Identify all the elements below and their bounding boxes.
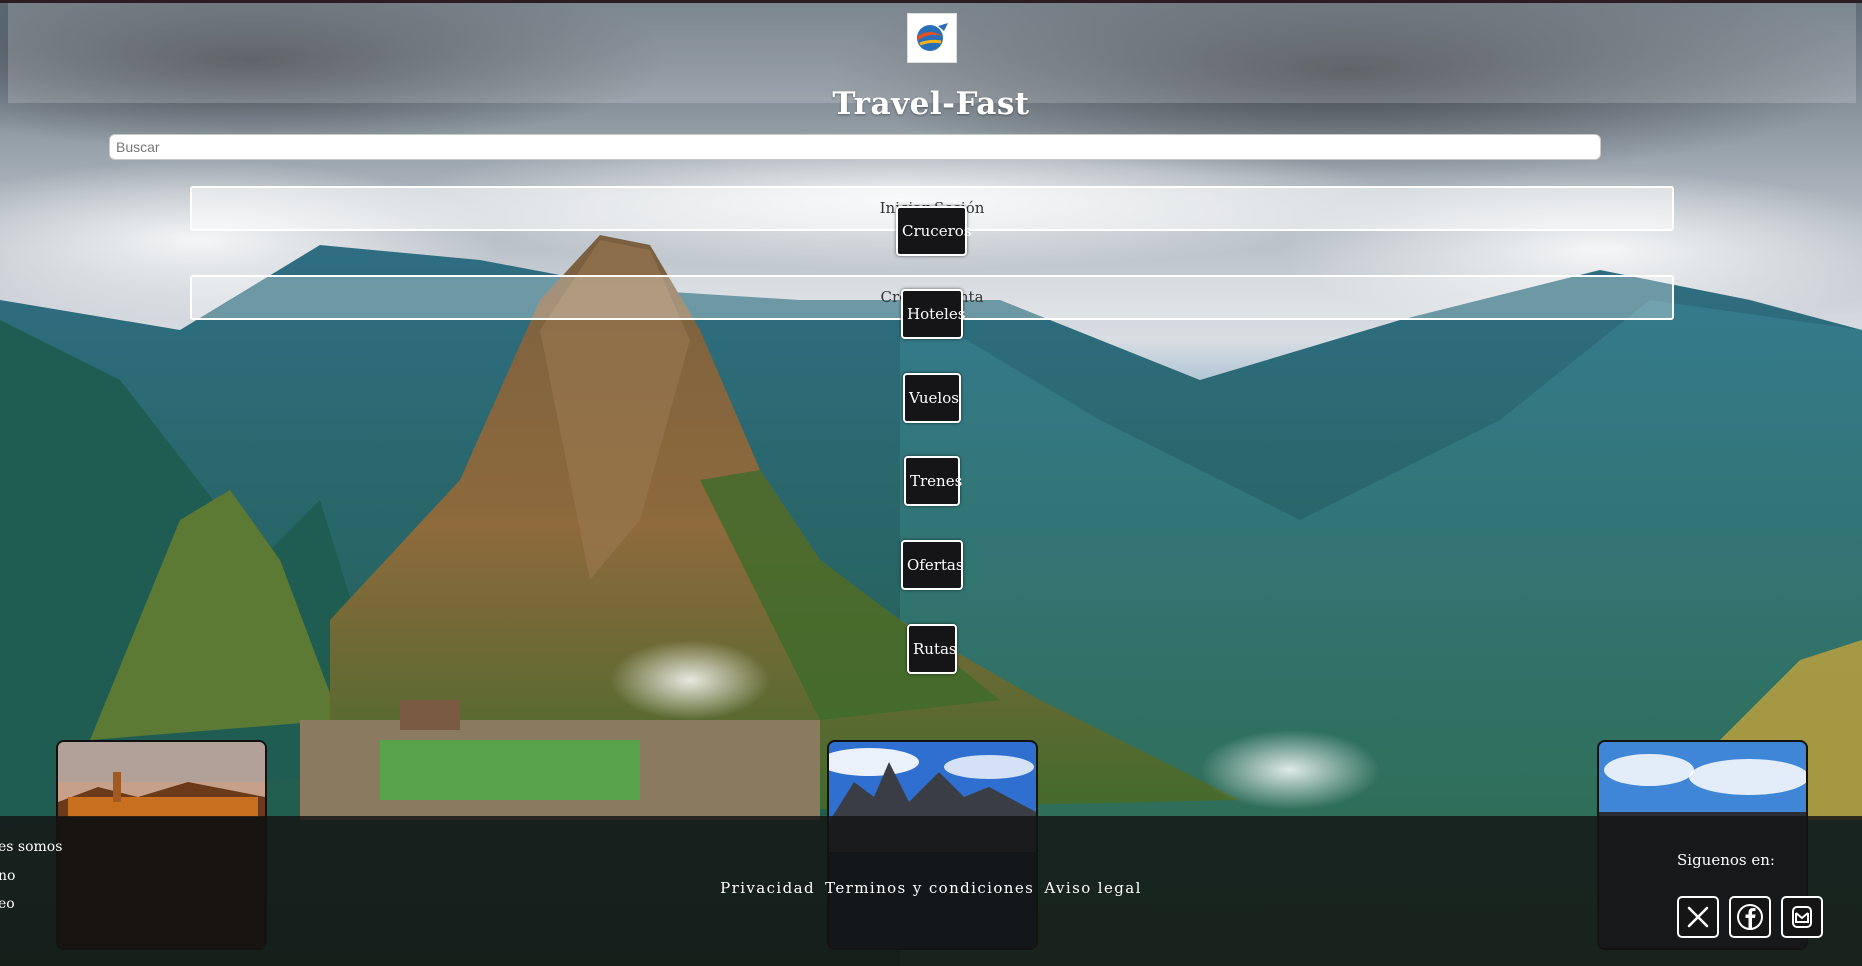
mail-icon — [1792, 906, 1812, 928]
nav-vuelos-button[interactable]: Vuelos — [903, 373, 961, 423]
facebook-icon — [1737, 904, 1763, 930]
site-logo[interactable] — [907, 13, 957, 63]
footer-link-email[interactable]: eo — [0, 896, 15, 912]
globe-plane-icon — [917, 23, 948, 51]
follow-label: Siguenos en: — [1677, 851, 1775, 869]
mail-social-button[interactable] — [1781, 896, 1823, 938]
x-icon — [1687, 906, 1709, 928]
nav-rutas-button[interactable]: Rutas — [907, 624, 957, 674]
privacy-link[interactable]: Privacidad — [720, 879, 815, 897]
nav-hoteles-button[interactable]: Hoteles — [901, 289, 965, 339]
nav-ofertas-button[interactable]: Ofertas — [901, 540, 964, 590]
search-input[interactable] — [109, 134, 1601, 160]
nav-trenes-button[interactable]: Trenes — [904, 456, 962, 506]
site-title: Travel-Fast — [832, 86, 1030, 122]
facebook-social-button[interactable] — [1729, 896, 1771, 938]
legal-links: Privacidad Terminos y condiciones Aviso … — [0, 879, 1862, 897]
footer-link-about[interactable]: es somos — [0, 839, 62, 855]
terms-link[interactable]: Terminos y condiciones — [825, 879, 1034, 897]
legal-notice-link[interactable]: Aviso legal — [1044, 879, 1141, 897]
x-social-button[interactable] — [1677, 896, 1719, 938]
nav-cruceros-button[interactable]: Cruceros — [896, 206, 972, 256]
